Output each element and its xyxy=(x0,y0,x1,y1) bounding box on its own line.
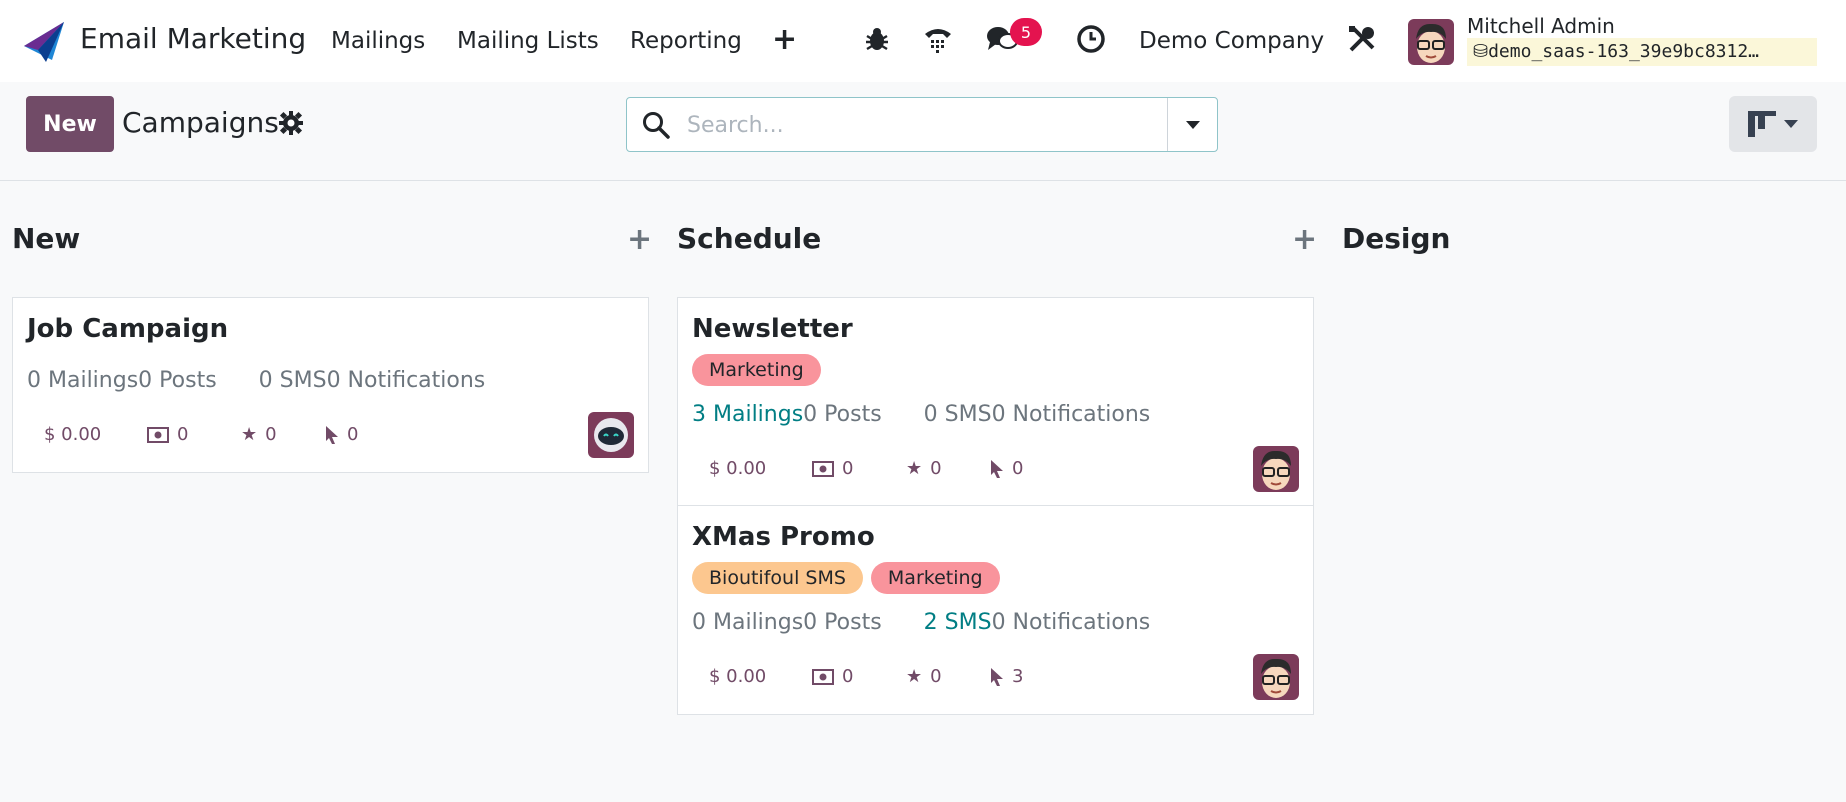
clicks-kpi[interactable]: 0 xyxy=(325,424,358,445)
column-title-schedule[interactable]: Schedule xyxy=(677,222,821,255)
opportunities-value: 0 xyxy=(930,666,942,687)
mailings-count[interactable]: 0 Mailings xyxy=(27,368,138,393)
clicks-value: 3 xyxy=(1012,666,1024,687)
caret-down-icon xyxy=(1784,120,1798,128)
sms-count[interactable]: 0 SMS xyxy=(259,368,327,393)
card-stats: 0 Mailings0 Posts 0 SMS0 Notifications xyxy=(27,368,485,393)
card-stats: 3 Mailings0 Posts 0 SMS0 Notifications xyxy=(692,402,1150,427)
revenue-value: $ 0.00 xyxy=(709,666,767,687)
notifications-count[interactable]: 0 Notifications xyxy=(992,402,1151,427)
tag-bioutifoul-sms: Bioutifoul SMS xyxy=(692,562,863,594)
kanban-card[interactable]: Job Campaign 0 Mailings0 Posts 0 SMS0 Not… xyxy=(12,297,649,473)
menu-plus-icon[interactable]: + xyxy=(772,22,797,57)
cursor-icon xyxy=(326,425,338,444)
gear-icon[interactable] xyxy=(278,110,304,136)
posts-count[interactable]: 0 Posts xyxy=(138,368,216,393)
card-stats: 0 Mailings0 Posts 2 SMS0 Notifications xyxy=(692,610,1150,635)
notifications-count[interactable]: 0 Notifications xyxy=(992,610,1151,635)
revenue-kpi[interactable]: $ 0.00 xyxy=(709,666,766,687)
column-add-icon[interactable]: + xyxy=(627,222,652,257)
search-icon xyxy=(643,112,670,139)
search-input[interactable] xyxy=(687,108,1187,142)
quotations-value: 0 xyxy=(842,458,854,479)
opportunities-kpi[interactable]: ★ 0 xyxy=(241,424,277,445)
revenue-kpi[interactable]: $ 0.00 xyxy=(709,458,766,479)
quotations-kpi[interactable]: 0 xyxy=(812,666,853,687)
assignee-avatar[interactable] xyxy=(588,412,634,458)
database-name-text: demo_saas-163_39e9bc8312… xyxy=(1488,41,1760,62)
quotations-kpi[interactable]: 0 xyxy=(812,458,853,479)
page-title: Campaigns xyxy=(122,106,279,139)
opportunities-value: 0 xyxy=(930,458,942,479)
kanban-card[interactable]: XMas Promo Bioutifoul SMS Marketing 0 Ma… xyxy=(677,505,1314,715)
card-title: XMas Promo xyxy=(692,522,875,552)
database-icon: ⛁ xyxy=(1473,41,1489,62)
card-tags: Bioutifoul SMS Marketing xyxy=(692,562,1000,594)
mailings-count[interactable]: 0 Mailings xyxy=(692,610,803,635)
sms-count[interactable]: 0 SMS xyxy=(924,402,992,427)
revenue-kpi[interactable]: $ 0.00 xyxy=(44,424,101,445)
clicks-value: 0 xyxy=(1012,458,1024,479)
clicks-kpi[interactable]: 0 xyxy=(990,458,1023,479)
star-icon: ★ xyxy=(241,424,258,445)
app-name[interactable]: Email Marketing xyxy=(80,22,306,55)
messages-badge: 5 xyxy=(1010,18,1042,46)
money-icon xyxy=(812,668,834,685)
view-switcher-button[interactable] xyxy=(1729,96,1817,152)
tag-marketing: Marketing xyxy=(870,562,1000,594)
quotations-kpi[interactable]: 0 xyxy=(147,424,188,445)
kanban-card[interactable]: Newsletter Marketing 3 Mailings0 Posts 0 … xyxy=(677,297,1314,506)
activity-clock-icon[interactable] xyxy=(1074,22,1108,56)
opportunities-value: 0 xyxy=(265,424,277,445)
new-campaign-button[interactable]: New xyxy=(26,96,114,152)
top-navbar: Email Marketing Mailings Mailing Lists R… xyxy=(0,0,1846,82)
clicks-kpi[interactable]: 3 xyxy=(990,666,1023,687)
company-switcher[interactable]: Demo Company xyxy=(1139,28,1324,54)
database-name: ⛁demo_saas-163_39e9bc8312… xyxy=(1467,38,1817,66)
notifications-count[interactable]: 0 Notifications xyxy=(327,368,486,393)
revenue-value: $ 0.00 xyxy=(709,458,767,479)
control-panel-divider xyxy=(0,180,1846,181)
menu-mailing-lists[interactable]: Mailing Lists xyxy=(457,28,599,54)
assignee-avatar[interactable] xyxy=(1253,446,1299,492)
card-tags: Marketing xyxy=(692,354,821,386)
menu-reporting[interactable]: Reporting xyxy=(630,28,742,54)
menu-mailings[interactable]: Mailings xyxy=(331,28,425,54)
quotations-value: 0 xyxy=(842,666,854,687)
money-icon xyxy=(812,460,834,477)
search-bar xyxy=(626,97,1218,152)
debug-bug-icon[interactable] xyxy=(860,22,894,56)
posts-count[interactable]: 0 Posts xyxy=(803,610,881,635)
cursor-icon xyxy=(991,667,1003,686)
star-icon: ★ xyxy=(906,666,923,687)
cursor-icon xyxy=(991,459,1003,478)
star-icon: ★ xyxy=(906,458,923,479)
money-icon xyxy=(147,426,169,443)
posts-count[interactable]: 0 Posts xyxy=(803,402,881,427)
clicks-value: 0 xyxy=(347,424,359,445)
quotations-value: 0 xyxy=(177,424,189,445)
tag-marketing: Marketing xyxy=(692,354,821,386)
assignee-avatar[interactable] xyxy=(1253,654,1299,700)
column-add-icon[interactable]: + xyxy=(1292,222,1317,257)
user-avatar[interactable] xyxy=(1408,19,1454,65)
sms-count[interactable]: 2 SMS xyxy=(924,610,992,635)
mailings-count[interactable]: 3 Mailings xyxy=(692,402,803,427)
caret-down-icon xyxy=(1186,120,1200,129)
tools-icon[interactable] xyxy=(1345,22,1379,56)
search-options-toggle[interactable] xyxy=(1168,98,1218,151)
phone-icon[interactable] xyxy=(921,22,955,56)
user-name[interactable]: Mitchell Admin xyxy=(1467,14,1615,38)
card-title: Newsletter xyxy=(692,314,853,344)
column-title-design[interactable]: Design xyxy=(1342,222,1450,255)
card-title: Job Campaign xyxy=(27,314,229,344)
opportunities-kpi[interactable]: ★ 0 xyxy=(906,458,942,479)
app-logo-icon[interactable] xyxy=(22,20,66,64)
kanban-view-icon xyxy=(1748,111,1776,137)
column-title-new[interactable]: New xyxy=(12,222,80,255)
opportunities-kpi[interactable]: ★ 0 xyxy=(906,666,942,687)
revenue-value: $ 0.00 xyxy=(44,424,102,445)
